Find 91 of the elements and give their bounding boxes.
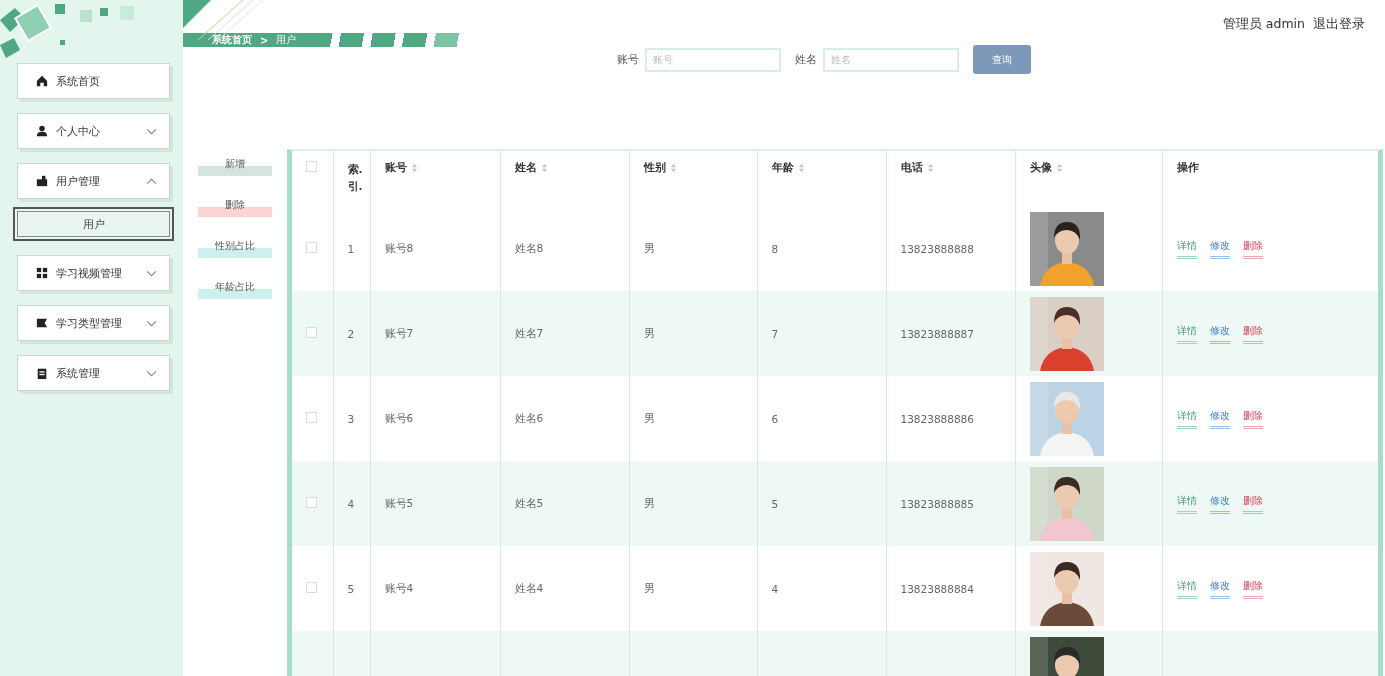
film-icon <box>36 317 48 329</box>
search-field[interactable]: 账号 <box>645 47 781 72</box>
checkbox[interactable] <box>306 582 317 593</box>
table-cell: 姓名6 <box>514 411 544 424</box>
checkbox[interactable] <box>306 497 317 508</box>
column-header: 头像 <box>1029 161 1052 175</box>
delete-link[interactable]: 删除 <box>1242 408 1263 429</box>
table-cell: 13823888888 <box>900 242 974 255</box>
detail-link[interactable]: 详情 <box>1176 408 1197 429</box>
table-cell: 7 <box>771 327 779 340</box>
column-header: 年龄 <box>771 161 794 175</box>
checkbox[interactable] <box>306 327 317 338</box>
column-header: 性别 <box>643 161 666 175</box>
breadcrumb-link[interactable]: 系统首页 <box>212 33 252 47</box>
table-cell: 1 <box>347 242 355 255</box>
edit-link[interactable]: 修改 <box>1209 408 1230 429</box>
detail-link[interactable]: 详情 <box>1176 578 1197 599</box>
menu-item[interactable]: 系统管理 <box>17 355 170 391</box>
checkbox[interactable] <box>306 412 317 423</box>
checkbox[interactable] <box>306 161 317 172</box>
menu-item[interactable]: 系统首页 <box>17 63 170 99</box>
column-header: 姓名 <box>514 161 537 175</box>
menu-item[interactable]: 学习视频管理 <box>17 255 170 291</box>
field-label: 账号 <box>617 52 639 67</box>
table-cell: 男 <box>643 326 655 339</box>
detail-link[interactable]: 详情 <box>1176 238 1197 259</box>
column-header: 电话 <box>900 161 923 175</box>
sort-icon[interactable] <box>1055 163 1063 173</box>
search-field[interactable]: 姓名 <box>823 47 959 72</box>
sort-icon[interactable] <box>926 163 934 173</box>
delete-link[interactable]: 删除 <box>1242 238 1263 259</box>
chart-button[interactable]: 性别占比 <box>198 239 272 258</box>
table-cell: 3 <box>347 412 355 425</box>
table-cell: 姓名7 <box>514 326 544 339</box>
delete-button[interactable]: 删除 <box>198 198 272 217</box>
delete-link[interactable]: 删除 <box>1242 578 1263 599</box>
table-cell: 账号6 <box>384 411 414 424</box>
home-icon <box>36 75 48 87</box>
table-cell: 姓名5 <box>514 496 544 509</box>
sort-icon[interactable] <box>410 163 418 173</box>
table-cell: 姓名8 <box>514 241 544 254</box>
edit-link[interactable]: 修改 <box>1209 238 1230 259</box>
user-icon <box>36 125 48 137</box>
table-cell: 男 <box>643 241 655 254</box>
delete-link[interactable]: 删除 <box>1242 493 1263 514</box>
table-cell: 13823888885 <box>900 497 974 510</box>
table-cell: 男 <box>643 411 655 424</box>
table-cell: 5 <box>347 582 355 595</box>
column-header: 操作 <box>1176 161 1199 175</box>
table-cell: 5 <box>771 497 779 510</box>
add-button[interactable]: 新增 <box>198 157 272 176</box>
table-cell: 4 <box>347 497 355 510</box>
edit-link[interactable]: 修改 <box>1209 323 1230 344</box>
sort-icon[interactable] <box>797 163 805 173</box>
table-cell: 4 <box>771 582 779 595</box>
table-cell: 13823888884 <box>900 582 974 595</box>
table-cell: 男 <box>643 496 655 509</box>
detail-link[interactable]: 详情 <box>1176 323 1197 344</box>
admin-label: 管理员 admin <box>1222 16 1305 33</box>
edit-link[interactable]: 修改 <box>1209 578 1230 599</box>
logout-link[interactable]: 退出登录 <box>1313 16 1365 33</box>
menu-item[interactable]: 学习类型管理 <box>17 305 170 341</box>
chart-button[interactable]: 年龄占比 <box>198 280 272 299</box>
table-cell: 账号5 <box>384 496 414 509</box>
table-cell: 账号7 <box>384 326 414 339</box>
table-cell: 男 <box>643 581 655 594</box>
menu-item[interactable]: 个人中心 <box>17 113 170 149</box>
table-cell: 6 <box>771 412 779 425</box>
breadcrumb-current: 用户 <box>276 33 297 47</box>
table-cell: 13823888887 <box>900 327 974 340</box>
briefcase-icon <box>36 175 48 187</box>
grid-icon <box>36 267 48 279</box>
table-cell: 姓名4 <box>514 581 544 594</box>
clipboard-icon <box>36 367 48 379</box>
table-cell: 13823888886 <box>900 412 974 425</box>
submenu-item[interactable]: 用户 <box>13 207 174 241</box>
edit-link[interactable]: 修改 <box>1209 493 1230 514</box>
checkbox[interactable] <box>306 242 317 253</box>
table-cell: 账号4 <box>384 581 414 594</box>
column-header: 账号 <box>384 161 407 175</box>
detail-link[interactable]: 详情 <box>1176 493 1197 514</box>
delete-link[interactable]: 删除 <box>1242 323 1263 344</box>
search-button[interactable]: 查询 <box>973 45 1031 74</box>
table-cell: 账号8 <box>384 241 414 254</box>
menu-item[interactable]: 用户管理 <box>17 163 170 199</box>
table-cell: 2 <box>347 327 355 340</box>
sort-icon[interactable] <box>669 163 677 173</box>
table-cell: 8 <box>771 242 779 255</box>
breadcrumb-separator: > <box>260 34 269 46</box>
sort-icon[interactable] <box>540 163 548 173</box>
field-label: 姓名 <box>795 52 817 67</box>
